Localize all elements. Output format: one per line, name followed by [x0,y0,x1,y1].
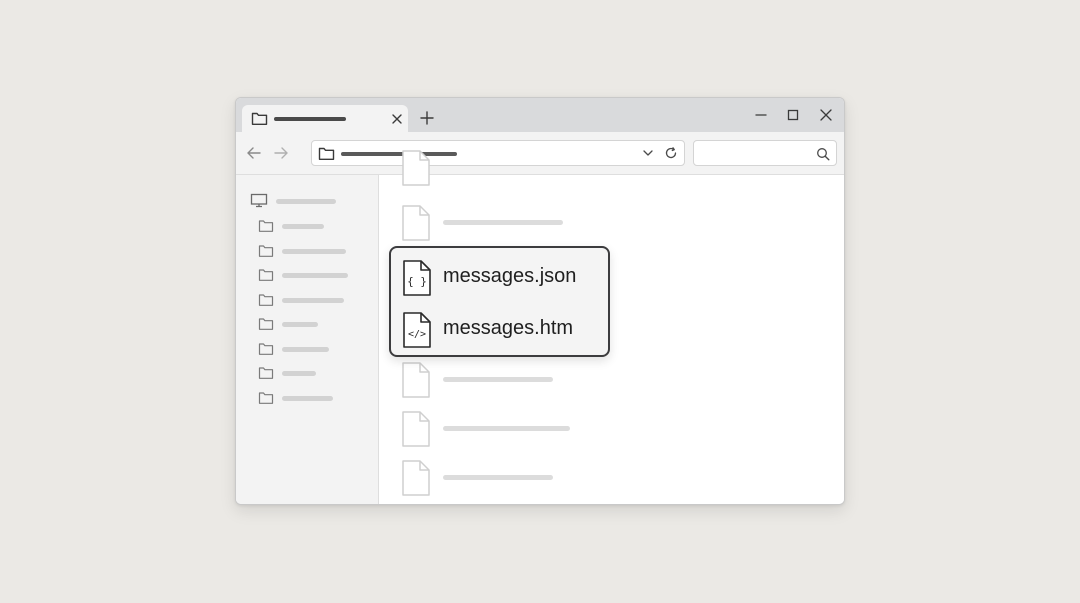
title-bar [236,98,844,133]
svg-text:{ }: { } [407,275,427,288]
arrow-right-icon[interactable] [273,145,289,161]
tab-close-icon[interactable] [390,112,404,126]
popup-item-label: messages.htm [443,317,574,339]
file-row[interactable] [379,204,844,244]
folder-icon [258,244,274,257]
file-name [443,377,553,382]
arrow-left-icon[interactable] [246,145,262,161]
file-name [443,475,553,480]
sidebar-item-label [282,371,316,376]
folder-icon [258,269,274,281]
json-file-icon: { } [403,260,431,296]
sidebar-item-label [282,297,344,303]
sidebar-folder-item[interactable] [258,218,358,234]
file-icon [402,460,430,496]
sidebar-item-label [276,199,336,204]
sidebar-item-label [282,346,329,352]
plus-icon[interactable] [420,111,434,125]
popup-item-json[interactable]: { } messages.json [391,252,608,300]
navigation-sidebar [236,175,379,504]
sidebar-folder-item[interactable] [258,390,358,406]
sidebar-folder-item[interactable] [258,267,358,283]
svg-text:</>: </> [408,329,426,340]
file-row[interactable] [379,361,844,401]
folder-icon [258,220,274,232]
tab-current-folder[interactable] [242,105,408,133]
sidebar-item-label [282,273,348,278]
sidebar-item-label [282,224,324,229]
file-icon [402,205,430,241]
html-file-icon: </> [403,312,431,348]
folder-icon [258,342,274,355]
sidebar-folder-item[interactable] [258,292,358,308]
minimize-icon[interactable] [754,108,768,122]
folder-icon [251,112,268,125]
sidebar-item-this-pc[interactable] [250,193,360,209]
folder-icon [258,318,274,330]
maximize-icon[interactable] [786,108,800,122]
file-row[interactable] [379,149,844,189]
file-icon [402,362,430,398]
monitor-icon [250,193,268,208]
file-name [443,426,570,431]
sidebar-folder-item[interactable] [258,243,358,259]
close-icon[interactable] [819,108,833,122]
sidebar-item-label [282,395,333,401]
popup-item-label: messages.json [443,265,577,287]
sidebar-folder-item[interactable] [258,341,358,357]
file-row[interactable] [379,410,844,450]
sidebar-folder-item[interactable] [258,365,358,381]
file-icon [402,411,430,447]
popup-item-htm[interactable]: </> messages.htm [391,304,608,352]
sidebar-item-label [282,322,318,327]
folder-icon [258,293,274,306]
file-name [443,220,563,225]
file-row[interactable] [379,459,844,499]
sidebar-folder-item[interactable] [258,316,358,332]
folder-icon [258,367,274,379]
folder-icon [258,391,274,404]
file-icon [402,150,430,186]
folder-icon [318,147,335,160]
file-picker-popup: { } messages.json </> messages.htm [389,246,610,357]
tab-title [274,117,346,121]
sidebar-item-label [282,248,346,254]
